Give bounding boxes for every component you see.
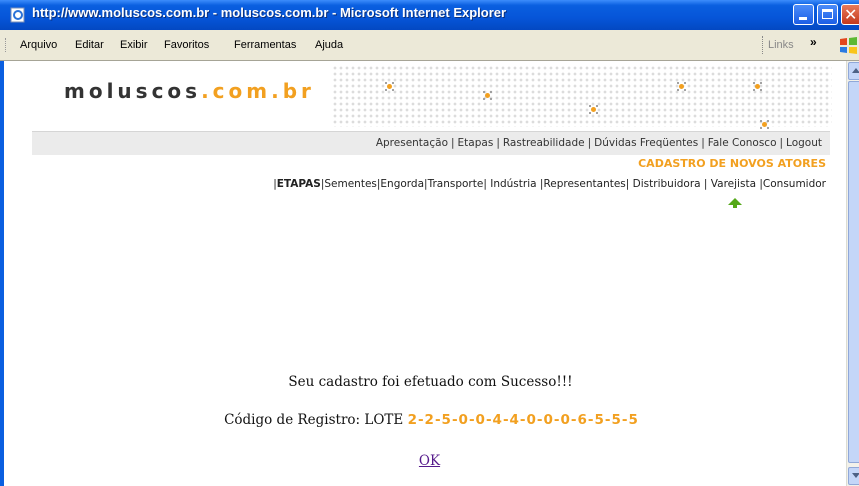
map-marker-icon bbox=[753, 82, 762, 91]
close-icon: ✕ bbox=[844, 5, 858, 24]
nav-separator: | bbox=[587, 137, 592, 149]
ok-link[interactable]: OK bbox=[419, 453, 440, 469]
main-nav: Apresentação | Etapas | Rastreabilidade | Dúvi… bbox=[32, 131, 830, 155]
ie-page-icon bbox=[10, 7, 25, 23]
site-logo[interactable]: moluscos.com.br bbox=[64, 79, 315, 103]
maximize-icon bbox=[822, 9, 833, 19]
links-separator bbox=[762, 36, 763, 54]
map-marker-icon bbox=[760, 120, 769, 129]
menu-arquivo[interactable]: Arquivo bbox=[20, 39, 57, 51]
map-marker-icon bbox=[589, 105, 598, 114]
menu-ajuda[interactable]: Ajuda bbox=[315, 39, 343, 51]
menu-bar: Arquivo Editar Exibir Favoritos Ferramen… bbox=[0, 30, 859, 61]
toolbar-grip[interactable] bbox=[5, 38, 8, 52]
section-title: CADASTRO DE NOVOS ATORES bbox=[638, 157, 826, 170]
current-step-arrow-icon bbox=[728, 198, 742, 208]
etapa-varejista[interactable]: Varejista bbox=[711, 178, 756, 190]
close-button[interactable]: ✕ bbox=[841, 4, 859, 25]
nav-separator: | bbox=[496, 137, 500, 149]
map-marker-icon bbox=[483, 91, 492, 100]
registration-code-label: Código de Registro: LOTE bbox=[224, 412, 408, 428]
success-message: Seu cadastro foi efetuado com Sucesso!!! bbox=[288, 374, 573, 390]
menu-editar[interactable]: Editar bbox=[75, 39, 104, 51]
vertical-scrollbar[interactable] bbox=[846, 61, 859, 486]
window-title: http://www.moluscos.com.br - moluscos.co… bbox=[32, 5, 507, 20]
map-marker-icon bbox=[677, 82, 686, 91]
map-marker-icon bbox=[385, 82, 394, 91]
maximize-button[interactable] bbox=[817, 4, 838, 25]
scroll-thumb[interactable] bbox=[848, 81, 859, 463]
windows-logo-icon bbox=[840, 37, 857, 54]
nav-logout[interactable]: Logout bbox=[786, 137, 822, 149]
logo-name: moluscos bbox=[64, 79, 202, 103]
registration-code: Código de Registro: LOTE 2-2-5-0-0-4-4-0… bbox=[2, 412, 859, 428]
logo-domain: .com.br bbox=[201, 79, 315, 103]
world-map-dots bbox=[332, 65, 832, 127]
menu-favoritos[interactable]: Favoritos bbox=[164, 39, 209, 51]
minimize-button[interactable] bbox=[793, 4, 814, 25]
etapa-industria[interactable]: Indústria bbox=[490, 178, 536, 190]
etapas-current[interactable]: ETAPAS bbox=[277, 178, 321, 190]
scroll-down-button[interactable] bbox=[848, 467, 859, 485]
etapa-distribuidora[interactable]: Distribuidora bbox=[633, 178, 701, 190]
etapa-sementes[interactable]: Sementes bbox=[324, 178, 377, 190]
minimize-icon bbox=[799, 17, 807, 20]
etapas-nav: |ETAPAS|Sementes|Engorda|Transporte| Ind… bbox=[273, 178, 826, 190]
nav-separator: | bbox=[451, 137, 455, 149]
nav-fale-conosco[interactable]: Fale Conosco bbox=[708, 137, 777, 149]
nav-apresentacao[interactable]: Apresentação bbox=[376, 137, 448, 149]
nav-rastreabilidade[interactable]: Rastreabilidade bbox=[503, 137, 585, 149]
etapa-transporte[interactable]: Transporte bbox=[428, 178, 484, 190]
nav-links: Apresentação | Etapas | Rastreabilidade | Dúvi… bbox=[376, 137, 822, 149]
window-titlebar[interactable]: http://www.moluscos.com.br - moluscos.co… bbox=[0, 0, 859, 30]
etapa-representantes[interactable]: Representantes bbox=[543, 178, 625, 190]
nav-separator: | bbox=[701, 137, 705, 149]
menu-ferramentas[interactable]: Ferramentas bbox=[234, 39, 296, 51]
etapa-engorda[interactable]: Engorda bbox=[380, 178, 424, 190]
scroll-up-button[interactable] bbox=[848, 62, 859, 80]
nav-separator: | bbox=[779, 137, 784, 149]
ok-link-container: OK bbox=[0, 453, 859, 469]
links-chevron-icon[interactable]: » bbox=[810, 35, 817, 49]
registration-code-value: 2-2-5-0-0-4-4-0-0-0-6-5-5-5 bbox=[407, 412, 639, 428]
etapa-consumidor[interactable]: Consumidor bbox=[763, 178, 826, 190]
nav-etapas[interactable]: Etapas bbox=[458, 137, 494, 149]
menu-exibir[interactable]: Exibir bbox=[120, 39, 148, 51]
nav-duvidas[interactable]: Dúvidas Freqüentes bbox=[594, 137, 698, 149]
links-toolbar[interactable]: Links bbox=[768, 39, 794, 51]
